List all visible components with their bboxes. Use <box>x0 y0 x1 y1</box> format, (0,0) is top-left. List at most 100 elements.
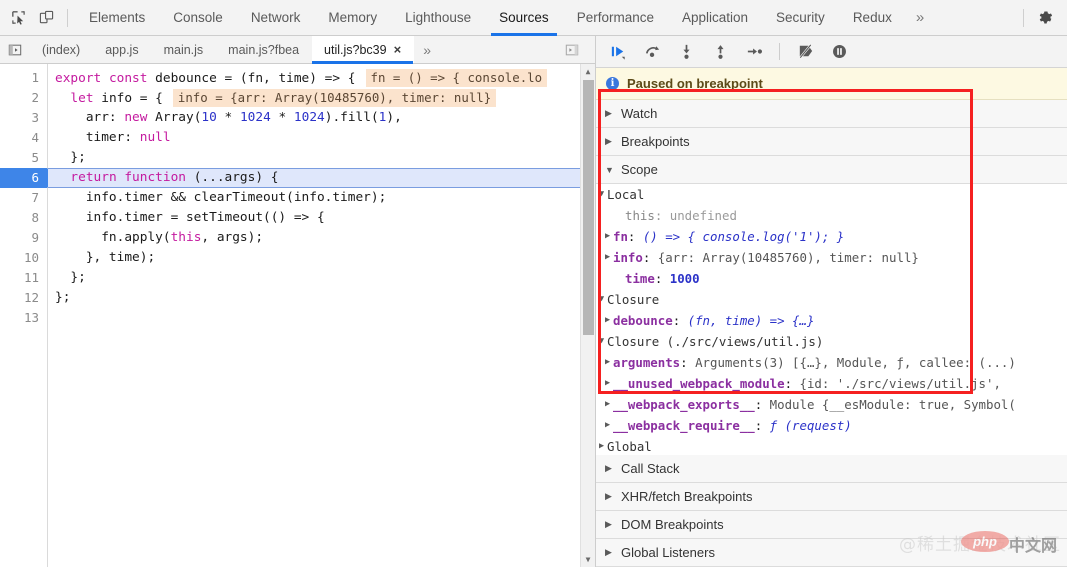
line-number[interactable]: 5 <box>0 148 47 168</box>
editor-vertical-scrollbar[interactable]: ▲ ▼ <box>580 64 595 567</box>
line-number[interactable]: 13 <box>0 308 47 328</box>
tab-lighthouse[interactable]: Lighthouse <box>391 0 485 36</box>
code-line-12[interactable]: }; <box>48 288 595 308</box>
close-icon[interactable]: × <box>394 42 402 57</box>
scroll-up-icon[interactable]: ▲ <box>581 64 595 79</box>
code-line-7[interactable]: info.timer && clearTimeout(info.timer); <box>48 188 595 208</box>
tab-redux[interactable]: Redux <box>839 0 906 36</box>
line-number[interactable]: 7 <box>0 188 47 208</box>
code-line-4[interactable]: timer: null <box>48 128 595 148</box>
tab-console[interactable]: Console <box>159 0 237 36</box>
scope-row-info[interactable]: ▶ info: {arr: Array(10485760), timer: nu… <box>596 247 1067 268</box>
scope-row-webpack-require[interactable]: ▶ __webpack_require__: ƒ (request) <box>596 415 1067 436</box>
tab-performance[interactable]: Performance <box>563 0 668 36</box>
scope-group-global[interactable]: ▶ Global <box>596 436 1067 455</box>
tab-application[interactable]: Application <box>668 0 762 36</box>
code-line-3[interactable]: arr: new Array(10 * 1024 * 1024).fill(1)… <box>48 108 595 128</box>
chevron-right-icon[interactable]: ▶ <box>602 247 613 268</box>
scope-row-time[interactable]: time: 1000 <box>596 268 1067 289</box>
code-line-1[interactable]: export const debounce = (fn, time) => {f… <box>48 68 595 88</box>
chevron-right-icon: ▶ <box>605 547 612 557</box>
step-out-icon[interactable] <box>708 40 732 64</box>
tab-label: Network <box>250 10 301 25</box>
chevron-right-icon[interactable]: ▶ <box>602 310 613 331</box>
file-tab-index[interactable]: (index) <box>30 36 93 63</box>
scope-row-webpack-exports[interactable]: ▶ __webpack_exports__: Module {__esModul… <box>596 394 1067 415</box>
line-number[interactable]: 8 <box>0 208 47 228</box>
code-line-13[interactable] <box>48 308 595 328</box>
file-tab-main-js[interactable]: main.js <box>152 36 217 63</box>
step-over-icon[interactable] <box>640 40 664 64</box>
section-watch[interactable]: ▶ Watch <box>596 100 1067 128</box>
chevron-right-icon[interactable]: ▶ <box>602 394 613 415</box>
file-tab-main-js-fbea[interactable]: main.js?fbea <box>216 36 312 63</box>
code-line-2[interactable]: let info = {info = {arr: Array(10485760)… <box>48 88 595 108</box>
line-number[interactable]: 4 <box>0 128 47 148</box>
section-label: Scope <box>621 162 658 177</box>
scope-group-closure[interactable]: ▼ Closure <box>596 289 1067 310</box>
scope-row-unused-webpack-module[interactable]: ▶ __unused_webpack_module: {id: './src/v… <box>596 373 1067 394</box>
main-tabs-overflow-icon[interactable]: » <box>906 0 933 36</box>
settings-gear-icon[interactable] <box>1031 4 1059 32</box>
line-number[interactable]: 12 <box>0 288 47 308</box>
tab-security[interactable]: Security <box>762 0 839 36</box>
chevron-right-icon[interactable]: ▶ <box>602 352 613 373</box>
code-line-9[interactable]: fn.apply(this, args); <box>48 228 595 248</box>
editor-gutter[interactable]: 1 2 3 4 5 6 7 8 9 10 11 12 13 <box>0 64 56 567</box>
device-toolbar-icon[interactable] <box>32 4 60 32</box>
deactivate-breakpoints-icon[interactable] <box>793 40 817 64</box>
resume-icon[interactable] <box>606 40 630 64</box>
scope-group-local[interactable]: ▼ Local <box>596 184 1067 205</box>
code-line-8[interactable]: info.timer = setTimeout(() => { <box>48 208 595 228</box>
chevron-right-icon[interactable]: ▶ <box>602 415 613 436</box>
show-debugger-icon[interactable] <box>557 43 587 57</box>
inspect-element-icon[interactable] <box>4 4 32 32</box>
property-name: info <box>613 250 643 265</box>
line-number[interactable]: 11 <box>0 268 47 288</box>
scope-row-this[interactable]: this: undefined <box>596 205 1067 226</box>
show-navigator-icon[interactable] <box>0 36 30 63</box>
chevron-right-icon[interactable]: ▶ <box>602 373 613 394</box>
pause-on-exceptions-icon[interactable] <box>827 40 851 64</box>
line-number[interactable]: 9 <box>0 228 47 248</box>
tab-sources[interactable]: Sources <box>485 0 563 36</box>
code-editor[interactable]: 1 2 3 4 5 6 7 8 9 10 11 12 13 export con… <box>0 64 595 567</box>
code-lines[interactable]: export const debounce = (fn, time) => {f… <box>48 64 595 567</box>
section-global-listeners[interactable]: ▶ Global Listeners <box>596 539 1067 567</box>
line-number[interactable]: 3 <box>0 108 47 128</box>
section-call-stack[interactable]: ▶ Call Stack <box>596 455 1067 483</box>
scope-row-debounce[interactable]: ▶ debounce: (fn, time) => {…} <box>596 310 1067 331</box>
file-tab-util-js-bc39[interactable]: util.js?bc39 × <box>312 36 415 64</box>
scrollbar-thumb[interactable] <box>583 80 594 335</box>
tab-elements[interactable]: Elements <box>75 0 159 36</box>
step-icon[interactable] <box>742 40 766 64</box>
tab-memory[interactable]: Memory <box>314 0 391 36</box>
scope-group-closure-util[interactable]: ▼ Closure (./src/views/util.js) <box>596 331 1067 352</box>
code-line-5[interactable]: }; <box>48 148 595 168</box>
toolbar-divider <box>67 8 68 27</box>
scroll-down-icon[interactable]: ▼ <box>581 552 595 567</box>
code-line-6-current[interactable]: return function (...args) { <box>48 168 595 188</box>
file-tab-bar-right <box>557 36 595 63</box>
scope-group-label: Local <box>607 187 645 202</box>
line-number[interactable]: 10 <box>0 248 47 268</box>
info-icon: i <box>606 77 619 90</box>
code-line-10[interactable]: }, time); <box>48 248 595 268</box>
file-tab-app-js[interactable]: app.js <box>93 36 151 63</box>
section-xhr-fetch-breakpoints[interactable]: ▶ XHR/fetch Breakpoints <box>596 483 1067 511</box>
scope-row-arguments[interactable]: ▶ arguments: Arguments(3) [{…}, Module, … <box>596 352 1067 373</box>
line-number[interactable]: 2 <box>0 88 47 108</box>
code-line-11[interactable]: }; <box>48 268 595 288</box>
step-into-icon[interactable] <box>674 40 698 64</box>
tab-network[interactable]: Network <box>237 0 315 36</box>
tab-label: Security <box>776 10 825 25</box>
chevron-right-icon[interactable]: ▶ <box>602 226 613 247</box>
section-breakpoints[interactable]: ▶ Breakpoints <box>596 128 1067 156</box>
line-number-breakpoint[interactable]: 6 <box>0 168 56 188</box>
section-scope[interactable]: ▼ Scope <box>596 156 1067 184</box>
file-tabs-overflow-icon[interactable]: » <box>414 36 440 63</box>
scope-row-fn[interactable]: ▶ fn: () => { console.log('1'); } <box>596 226 1067 247</box>
sources-pane: (index) app.js main.js main.js?fbea util… <box>0 36 596 567</box>
section-dom-breakpoints[interactable]: ▶ DOM Breakpoints <box>596 511 1067 539</box>
line-number[interactable]: 1 <box>0 68 47 88</box>
